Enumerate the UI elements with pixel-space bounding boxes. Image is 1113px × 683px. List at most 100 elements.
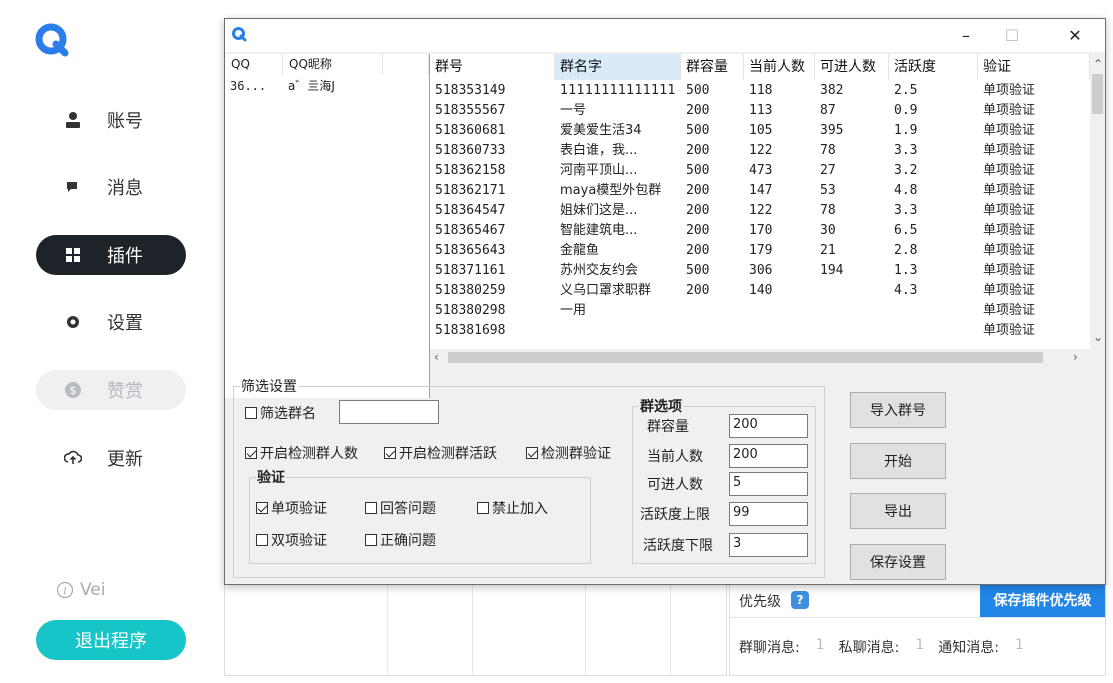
window-titlebar[interactable]: – ☐ ✕ [225, 19, 1105, 52]
correct-question-checkbox[interactable]: 正确问题 [365, 530, 436, 550]
table-row[interactable]: 518371161 苏州交友约会 500 306 194 1.3 单项验证 [430, 261, 1090, 281]
cell-group-id: 518381698 [435, 323, 506, 338]
table-row[interactable]: 518362158 河南平顶山... 500 473 27 3.2 单项验证 [430, 161, 1090, 181]
qq-nickname-cell[interactable]: a゛亖海J [288, 76, 344, 96]
double-verify-checkbox[interactable]: 双项验证 [256, 530, 327, 550]
column-header-verify[interactable]: 验证 [978, 54, 1090, 80]
check-member-count-label: 开启检测群人数 [260, 446, 358, 462]
checkbox-box[interactable] [384, 447, 396, 459]
nav-messages-label: 消息 [107, 178, 143, 199]
group-table[interactable]: 群号 群名字 群容量 当前人数 可进人数 活跃度 验证 518353149 111111111… [430, 54, 1104, 366]
check-member-count-checkbox[interactable]: 开启检测群人数 [245, 443, 358, 463]
svg-text:$: $ [70, 384, 77, 397]
table-row[interactable]: 518365467 智能建筑电... 200 170 30 6.5 单项验证 [430, 221, 1090, 241]
capacity-input[interactable]: 200 [729, 414, 808, 438]
qq-account-list[interactable]: QQ QQ昵称 36... a゛亖海J [225, 54, 430, 398]
nav-donate-label: 赞赏 [107, 381, 143, 402]
cell-verify: 单项验证 [983, 263, 1036, 278]
nav-plugins[interactable]: 插件 [36, 235, 186, 275]
horizontal-scrollbar[interactable]: ‹ › [430, 349, 1090, 366]
column-header-group-name[interactable]: 群名字 [555, 54, 681, 80]
activity-min-input[interactable]: 3 [729, 533, 808, 557]
column-header-capacity[interactable]: 群容量 [681, 54, 744, 80]
nav-update-label: 更新 [107, 449, 143, 470]
private-msg-value[interactable]: 1 [915, 637, 924, 657]
checkbox-box[interactable] [245, 447, 257, 459]
table-row[interactable]: 518360681 爱美爱生活34 500 105 395 1.9 单项验证 [430, 121, 1090, 141]
current-count-input[interactable]: 200 [729, 444, 808, 468]
table-row[interactable]: 518360733 表白谁，我... 200 122 78 3.3 单项验证 [430, 141, 1090, 161]
checkbox-box[interactable] [365, 502, 377, 514]
scroll-down-icon[interactable]: ⌄ [1093, 330, 1103, 344]
nav-settings[interactable]: 设置 [36, 302, 186, 342]
group-msg-value[interactable]: 1 [816, 637, 825, 657]
horizontal-scroll-thumb[interactable] [448, 352, 1043, 363]
column-header-nickname[interactable]: QQ昵称 [283, 54, 383, 75]
check-verify-label: 检测群验证 [541, 446, 611, 462]
nav-account[interactable]: 账号 [36, 100, 186, 140]
forbid-join-checkbox[interactable]: 禁止加入 [477, 498, 548, 518]
table-row[interactable]: 518365643 金龍鱼 200 179 21 2.8 单项验证 [430, 241, 1090, 261]
scroll-right-icon[interactable]: › [1073, 350, 1078, 364]
cell-joinable-count [820, 321, 888, 341]
single-verify-label: 单项验证 [271, 501, 327, 517]
cell-group-name: 河南平顶山... [560, 163, 638, 178]
column-header-activity[interactable]: 活跃度 [889, 54, 978, 80]
import-group-button[interactable]: 导入群号 [850, 392, 946, 428]
notice-msg-value[interactable]: 1 [1015, 637, 1024, 657]
cell-activity: 2.5 [894, 83, 918, 98]
single-verify-checkbox[interactable]: 单项验证 [256, 498, 327, 518]
table-row[interactable]: 518362171 maya模型外包群 200 147 53 4.8 单项验证 [430, 181, 1090, 201]
qq-account-cell[interactable]: 36... [230, 76, 282, 96]
table-row[interactable]: 518353149 11111111111111 500 118 382 2.5 单项验证 [430, 81, 1090, 101]
nav-messages[interactable]: 消息 [36, 167, 186, 207]
checkbox-box[interactable] [256, 534, 268, 546]
filter-name-input[interactable] [339, 400, 439, 424]
checkbox-box[interactable] [256, 502, 268, 514]
filter-name-checkbox[interactable]: 筛选群名 [245, 403, 316, 423]
nav-update[interactable]: 更新 [36, 438, 186, 478]
cell-group-name: 金龍鱼 [560, 243, 600, 258]
close-button[interactable]: ✕ [1052, 19, 1098, 52]
scroll-left-icon[interactable]: ‹ [434, 350, 439, 364]
column-header-joinable-count[interactable]: 可进人数 [815, 54, 889, 80]
check-verify-checkbox[interactable]: 检测群验证 [526, 443, 611, 463]
export-button[interactable]: 导出 [850, 493, 946, 529]
check-activity-label: 开启检测群活跃 [399, 446, 497, 462]
check-activity-checkbox[interactable]: 开启检测群活跃 [384, 443, 497, 463]
activity-max-input[interactable]: 99 [729, 502, 808, 526]
cell-activity [894, 301, 977, 321]
vertical-scroll-thumb[interactable] [1092, 74, 1103, 114]
help-icon[interactable]: ? [791, 591, 809, 609]
cell-current-count: 473 [749, 163, 773, 178]
cell-joinable-count: 395 [820, 123, 844, 138]
vertical-scrollbar[interactable]: ⌃ ⌄ [1090, 54, 1105, 366]
column-header-current-count[interactable]: 当前人数 [744, 54, 815, 80]
save-priority-button[interactable]: 保存插件优先级 [980, 583, 1105, 617]
table-row[interactable]: 518380259 义乌口罩求职群 200 140 4.3 单项验证 [430, 281, 1090, 301]
column-header-group-id[interactable]: 群号 [430, 54, 555, 80]
priority-panel: 优先级 ? 保存插件优先级 群聊消息: 1 私聊消息: 1 通知消息: 1 [729, 583, 1106, 676]
checkbox-box[interactable] [477, 502, 489, 514]
exit-button[interactable]: 退出程序 [36, 620, 186, 660]
start-button[interactable]: 开始 [850, 443, 946, 479]
minimize-button[interactable]: – [943, 19, 989, 52]
filter-name-label: 筛选群名 [260, 406, 316, 422]
checkbox-box[interactable] [245, 407, 257, 419]
save-settings-button[interactable]: 保存设置 [850, 544, 946, 580]
cell-verify: 单项验证 [983, 243, 1036, 258]
answer-question-checkbox[interactable]: 回答问题 [365, 498, 436, 518]
checkbox-box[interactable] [526, 447, 538, 459]
column-header-qq[interactable]: QQ [225, 54, 283, 75]
table-row[interactable]: 518381698 单项验证 [430, 321, 1090, 341]
scroll-up-icon[interactable]: ⌃ [1093, 57, 1103, 71]
table-row[interactable]: 518355567 一号 200 113 87 0.9 单项验证 [430, 101, 1090, 121]
table-row[interactable]: 518380298 一用 单项验证 [430, 301, 1090, 321]
joinable-count-input[interactable]: 5 [729, 472, 808, 496]
version-info: i Vei [56, 580, 106, 600]
cell-capacity: 200 [686, 103, 710, 118]
column-header-blank[interactable] [383, 54, 429, 75]
table-row[interactable]: 518364547 姐妹们这是... 200 122 78 3.3 单项验证 [430, 201, 1090, 221]
checkbox-box[interactable] [365, 534, 377, 546]
cell-group-name: 11111111111111 [560, 83, 676, 98]
